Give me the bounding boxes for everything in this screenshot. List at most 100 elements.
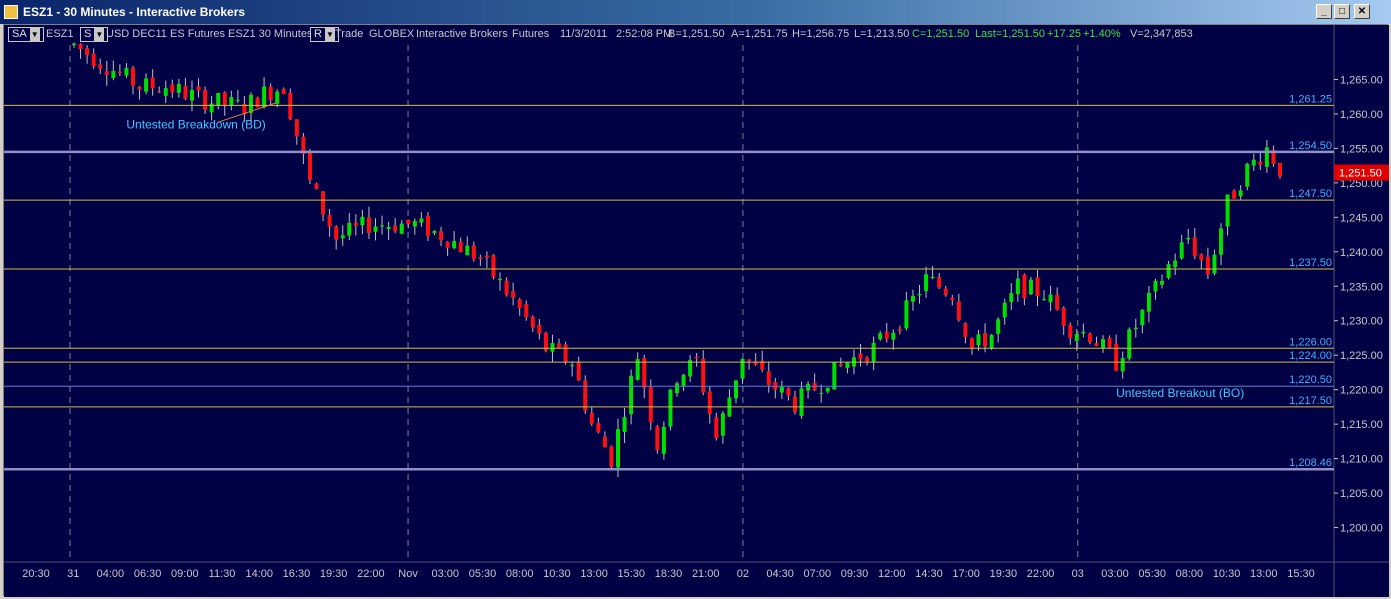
up-candle bbox=[832, 362, 837, 390]
time-tick-label: 02 bbox=[737, 568, 749, 580]
app-icon bbox=[4, 5, 18, 19]
price-tick-label: 1,200.00 bbox=[1340, 523, 1383, 535]
price-tick-label: 1,215.00 bbox=[1340, 419, 1383, 431]
down-candle bbox=[897, 329, 902, 332]
up-candle bbox=[1166, 264, 1171, 278]
up-candle bbox=[668, 389, 673, 427]
time-tick-label: 03:00 bbox=[431, 568, 459, 580]
up-candle bbox=[1219, 228, 1224, 255]
up-candle bbox=[1140, 309, 1145, 326]
up-candle bbox=[845, 362, 850, 368]
down-candle bbox=[137, 86, 142, 90]
time-tick-label: 18:30 bbox=[655, 568, 683, 580]
down-candle bbox=[865, 357, 870, 362]
last-price-label: 1,251.50 bbox=[1339, 168, 1382, 180]
up-candle bbox=[996, 319, 1001, 334]
up-candle bbox=[733, 380, 738, 399]
down-candle bbox=[1258, 161, 1263, 165]
down-candle bbox=[478, 257, 483, 259]
down-candle bbox=[1107, 337, 1112, 348]
down-candle bbox=[117, 71, 122, 73]
up-candle bbox=[1015, 278, 1020, 294]
layout-dropdown-value: SA bbox=[12, 28, 27, 40]
up-candle bbox=[1153, 280, 1158, 292]
annotation-label: Untested Breakout (BO) bbox=[1116, 386, 1244, 400]
down-candle bbox=[766, 371, 771, 386]
minimize-button[interactable]: _ bbox=[1316, 4, 1332, 19]
price-chart[interactable]: 1,265.001,260.001,255.001,250.001,245.00… bbox=[4, 25, 1389, 597]
up-candle bbox=[386, 226, 391, 230]
price-tick-label: 1,265.00 bbox=[1340, 74, 1383, 86]
down-candle bbox=[130, 67, 135, 86]
time-tick-label: 07:00 bbox=[804, 568, 832, 580]
time-tick-label: 03:00 bbox=[1101, 568, 1129, 580]
up-candle bbox=[452, 241, 457, 249]
up-candle bbox=[248, 94, 253, 113]
up-candle bbox=[550, 343, 555, 352]
up-candle bbox=[1009, 293, 1014, 303]
down-candle bbox=[602, 436, 607, 448]
down-candle bbox=[589, 412, 594, 424]
down-candle bbox=[1232, 190, 1237, 199]
up-candle bbox=[878, 333, 883, 340]
broker-label: Interactive Brokers bbox=[416, 28, 508, 40]
down-candle bbox=[327, 214, 332, 227]
down-candle bbox=[183, 85, 188, 99]
time-tick-label: 15:30 bbox=[1287, 568, 1315, 580]
up-candle bbox=[1238, 190, 1243, 197]
s-dropdown[interactable]: S ▼ bbox=[80, 27, 109, 42]
up-candle bbox=[216, 93, 221, 106]
up-candle bbox=[465, 245, 470, 256]
up-candle bbox=[917, 293, 922, 296]
up-candle bbox=[1186, 237, 1191, 240]
down-candle bbox=[792, 396, 797, 412]
down-candle bbox=[1022, 274, 1027, 299]
up-candle bbox=[819, 392, 824, 394]
up-candle bbox=[373, 226, 378, 232]
up-candle bbox=[904, 300, 909, 329]
trade-label: Trade bbox=[335, 28, 364, 40]
time-tick-label: 08:00 bbox=[1176, 568, 1204, 580]
price-tick-label: 1,255.00 bbox=[1340, 143, 1383, 155]
up-candle bbox=[720, 413, 725, 436]
down-candle bbox=[1061, 307, 1066, 327]
down-candle bbox=[963, 323, 968, 337]
price-tick-label: 1,235.00 bbox=[1340, 281, 1383, 293]
up-candle bbox=[163, 88, 168, 96]
up-candle bbox=[570, 365, 575, 367]
up-candle bbox=[1042, 299, 1047, 301]
time-tick-label: 16:30 bbox=[283, 568, 311, 580]
up-candle bbox=[1081, 331, 1086, 334]
time-tick-label: 03 bbox=[1072, 568, 1084, 580]
time-tick-label: 10:30 bbox=[543, 568, 571, 580]
up-candle bbox=[1133, 327, 1138, 330]
down-candle bbox=[458, 241, 463, 253]
down-candle bbox=[1094, 343, 1099, 347]
close-label: C=1,251.50 bbox=[912, 28, 970, 40]
time-tick-label: 17:00 bbox=[952, 568, 980, 580]
up-candle bbox=[976, 334, 981, 346]
down-candle bbox=[937, 277, 942, 288]
layout-dropdown[interactable]: SA ▼ bbox=[8, 27, 44, 42]
chart-area[interactable]: 1,265.00 1,260.00 1,255.00 1,250.00 1,245.00… bbox=[3, 24, 1389, 597]
down-candle bbox=[393, 225, 398, 232]
close-button[interactable]: ✕ bbox=[1354, 4, 1370, 19]
up-candle bbox=[1028, 279, 1033, 295]
up-candle bbox=[1225, 194, 1230, 227]
up-candle bbox=[229, 97, 234, 106]
down-candle bbox=[563, 344, 568, 362]
down-candle bbox=[334, 226, 339, 240]
price-level-label: 1,226.00 bbox=[1289, 336, 1332, 348]
down-candle bbox=[884, 331, 889, 339]
down-candle bbox=[956, 301, 961, 320]
up-candle bbox=[871, 342, 876, 362]
down-candle bbox=[983, 333, 988, 347]
maximize-button[interactable]: □ bbox=[1334, 4, 1350, 19]
time-tick-label: 21:00 bbox=[692, 568, 720, 580]
time-tick-label: 04:30 bbox=[766, 568, 794, 580]
down-candle bbox=[838, 364, 843, 366]
up-candle bbox=[189, 90, 194, 101]
up-candle bbox=[924, 274, 929, 292]
time-tick-label: 09:00 bbox=[171, 568, 199, 580]
down-candle bbox=[576, 362, 581, 381]
